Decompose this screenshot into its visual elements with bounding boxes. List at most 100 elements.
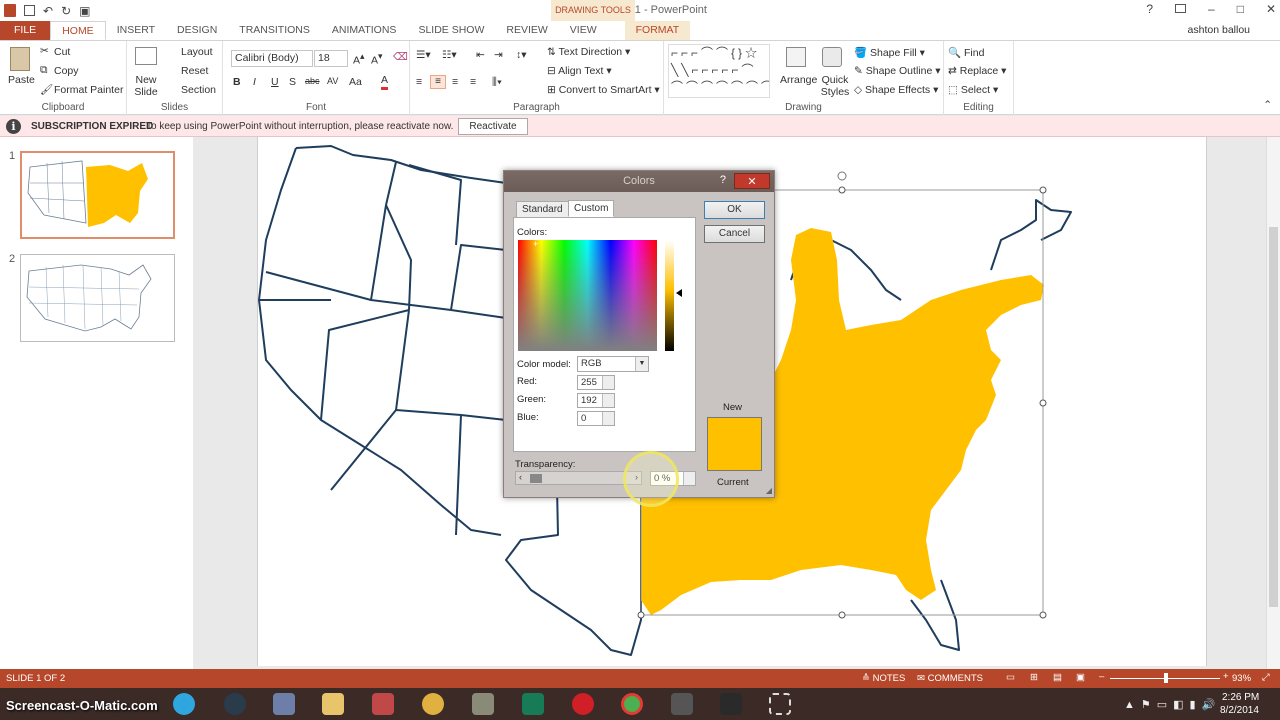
convert-smartart-button[interactable]: ⊞ Convert to SmartArt ▾	[547, 84, 660, 96]
tab-view[interactable]: VIEW	[559, 21, 608, 40]
shapes-gallery[interactable]: ⌐⌐⌐⌒⌒{}☆ ╲╲⌐⌐⌐⌐⌐⌒ ⌒⌒⌒⌒⌒⌒⌒	[668, 44, 770, 98]
tab-file[interactable]: FILE	[0, 21, 51, 40]
zoom-level[interactable]: 93%	[1232, 673, 1251, 684]
new-slide-icon[interactable]	[135, 47, 157, 65]
chrome-icon[interactable]	[613, 691, 651, 717]
green-input[interactable]: 192	[577, 393, 615, 408]
normal-view-icon[interactable]: ▭	[1006, 672, 1015, 683]
italic-button[interactable]: I	[253, 76, 256, 88]
increase-indent-icon[interactable]: ⇥	[494, 49, 503, 61]
slideshow-icon[interactable]: ▣	[1076, 672, 1085, 683]
paste-button[interactable]: Paste	[8, 74, 35, 86]
decrease-indent-icon[interactable]: ⇤	[476, 49, 485, 61]
paint-icon[interactable]	[364, 691, 402, 717]
clock-time[interactable]: 2:26 PM	[1222, 692, 1259, 703]
game-icon[interactable]	[712, 691, 750, 717]
section-button[interactable]: Section	[181, 84, 216, 96]
slider-thumb[interactable]	[530, 474, 542, 483]
file-explorer-icon[interactable]	[314, 691, 352, 717]
shape-outline-button[interactable]: ✎ Shape Outline ▾	[854, 65, 941, 77]
ribbon-display-icon[interactable]	[1175, 4, 1186, 13]
comments-button[interactable]: ✉ COMMENTS	[917, 673, 983, 684]
char-spacing-button[interactable]: AV	[327, 76, 338, 86]
collapse-ribbon-icon[interactable]: ⌃	[1263, 99, 1272, 111]
tab-slide-show[interactable]: SLIDE SHOW	[407, 21, 495, 40]
dialog-close-button[interactable]: ✕	[734, 173, 770, 189]
change-case-button[interactable]: Aa	[349, 76, 362, 88]
tab-review[interactable]: REVIEW	[495, 21, 558, 40]
restore-button[interactable]: □	[1237, 2, 1244, 16]
luminance-slider[interactable]	[665, 240, 674, 351]
gimp-icon[interactable]	[464, 691, 502, 717]
capture-icon[interactable]	[761, 691, 799, 717]
tab-standard[interactable]: Standard	[516, 201, 569, 218]
slide-thumbnail-2[interactable]	[20, 254, 175, 342]
clear-format-icon[interactable]: ⌫	[393, 51, 408, 63]
dialog-help-icon[interactable]: ?	[720, 174, 726, 186]
zoom-in-icon[interactable]: +	[1223, 671, 1229, 682]
zoom-thumb[interactable]	[1164, 673, 1168, 683]
align-center-icon[interactable]: ≡	[430, 75, 446, 89]
reactivate-button[interactable]: Reactivate	[458, 118, 528, 135]
zoom-out-icon[interactable]: –	[1099, 671, 1104, 682]
cut-button[interactable]: Cut	[54, 46, 70, 58]
tab-insert[interactable]: INSERT	[106, 21, 166, 40]
tab-home[interactable]: HOME	[50, 21, 106, 40]
steam-icon[interactable]	[216, 691, 254, 717]
minimize-button[interactable]: –	[1208, 2, 1215, 16]
ok-button[interactable]: OK	[704, 201, 765, 219]
paste-icon[interactable]	[10, 47, 30, 71]
text-direction-button[interactable]: ⇅ Text Direction ▾	[547, 46, 630, 58]
app-icon[interactable]	[265, 691, 303, 717]
color-model-select[interactable]: RGB ▼	[577, 356, 649, 372]
align-right-icon[interactable]: ≡	[452, 76, 458, 88]
reading-view-icon[interactable]: ▤	[1053, 672, 1062, 683]
scroll-thumb[interactable]	[1269, 227, 1278, 607]
tab-animations[interactable]: ANIMATIONS	[321, 21, 408, 40]
font-name-select[interactable]: Calibri (Body)	[231, 50, 313, 67]
shadow-button[interactable]: S	[289, 76, 296, 88]
numbering-icon[interactable]: ☷▾	[442, 49, 457, 61]
arrange-icon[interactable]	[786, 47, 806, 67]
cancel-button[interactable]: Cancel	[704, 225, 765, 243]
user-name[interactable]: ashton ballou	[1188, 24, 1250, 36]
layout-button[interactable]: Layout	[181, 46, 213, 58]
font-color-button[interactable]: A	[381, 74, 389, 90]
camera-icon[interactable]	[663, 691, 701, 717]
select-button[interactable]: ⬚ Select ▾	[948, 84, 998, 96]
color-spectrum[interactable]	[518, 240, 657, 351]
slider-left-icon[interactable]: ‹	[519, 472, 522, 482]
line-spacing-icon[interactable]: ↕▾	[516, 49, 527, 61]
tab-format[interactable]: FORMAT	[624, 21, 691, 40]
opera-icon[interactable]	[564, 691, 602, 717]
bold-button[interactable]: B	[233, 76, 241, 88]
slide-thumbnail-1[interactable]	[20, 151, 175, 239]
publisher-icon[interactable]	[514, 691, 552, 717]
shrink-font-icon[interactable]: A▾	[371, 51, 382, 67]
bullets-icon[interactable]: ☰▾	[416, 49, 431, 61]
quick-styles-button[interactable]: Quick Styles	[818, 74, 852, 98]
red-input[interactable]: 255	[577, 375, 615, 390]
blue-input[interactable]: 0	[577, 411, 615, 426]
resize-grip-icon[interactable]: ◢	[766, 486, 772, 495]
tab-transitions[interactable]: TRANSITIONS	[228, 21, 321, 40]
arrange-button[interactable]: Arrange	[780, 74, 817, 86]
font-size-select[interactable]: 18	[314, 50, 348, 67]
align-text-button[interactable]: ⊟ Align Text ▾	[547, 65, 612, 77]
replace-button[interactable]: ⇄ Replace ▾	[948, 65, 1006, 77]
quick-styles-icon[interactable]	[822, 47, 842, 67]
slide-sorter-icon[interactable]: ⊞	[1030, 672, 1038, 683]
fit-slide-icon[interactable]: ⤢	[1262, 672, 1270, 683]
tab-design[interactable]: DESIGN	[166, 21, 228, 40]
justify-icon[interactable]: ≡	[470, 76, 476, 88]
copy-button[interactable]: Copy	[54, 65, 79, 77]
strikethrough-button[interactable]: abc	[305, 76, 320, 86]
find-button[interactable]: 🔍 Find	[948, 46, 984, 59]
shape-effects-button[interactable]: ◇ Shape Effects ▾	[854, 84, 938, 96]
reset-button[interactable]: Reset	[181, 65, 208, 77]
luminance-pointer-icon[interactable]	[676, 289, 682, 297]
columns-icon[interactable]: ⫼▾	[492, 76, 502, 89]
tab-custom[interactable]: Custom	[568, 200, 615, 217]
clock-date[interactable]: 8/2/2014	[1220, 705, 1259, 716]
notes-button[interactable]: ≙ NOTES	[862, 673, 905, 684]
